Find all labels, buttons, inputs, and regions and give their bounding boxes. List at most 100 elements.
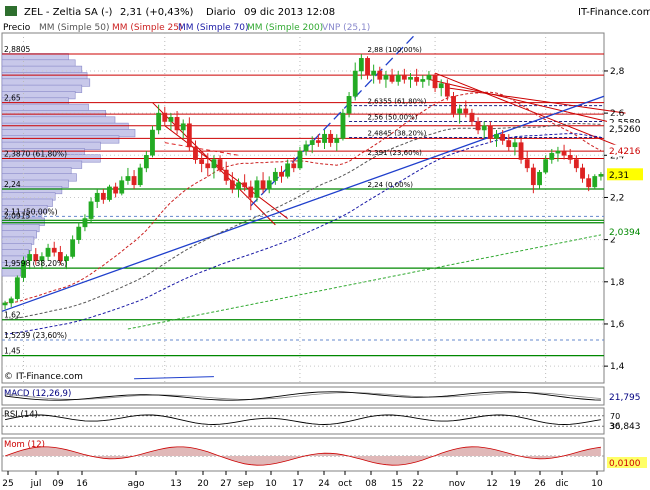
candle-body-81 [500,133,506,141]
candle-body-94 [580,167,585,179]
candle-body-73 [451,96,456,114]
candle-body-24 [150,129,155,156]
candle-body-84 [518,142,524,160]
candle-body-65 [401,74,407,80]
candle-body-57 [352,70,358,97]
candle-body-13 [82,218,88,228]
candle-body-41 [254,180,260,198]
fib-label-5: 2,24 (0,00%) [368,181,414,189]
candle-body-17 [107,186,112,200]
candle-body-11 [70,239,76,257]
x-tick-label-0: 25 [2,479,13,489]
candle-body-85 [524,159,530,169]
candle-body-2 [14,277,20,299]
candle-body-36 [223,169,229,181]
x-tick-label-17: 12 [486,479,497,489]
candle-body-26 [162,112,168,122]
macd-panel: MACD (12,26,9) 21,795 [1,386,647,406]
candle-body-71 [438,83,444,89]
x-tick-label-8: sep [238,479,254,489]
watermark: © IT-Finance.com [4,372,83,382]
vnp-bar-34 [1,268,21,277]
x-tick-label-11: 24 [318,479,330,489]
candle-body-34 [211,159,217,169]
candle-body-70 [432,74,438,89]
rsi-tick-0: 70 [610,412,620,421]
candle-body-35 [217,159,223,171]
candle-body-48 [297,150,303,169]
candle-body-55 [340,112,346,139]
y-tick-label-0: 2,8 [610,67,625,77]
candle-body-72 [444,83,450,97]
candle-body-66 [408,77,413,80]
candle-body-63 [389,74,395,82]
candle-body-97 [598,174,604,177]
candle-body-61 [377,70,383,80]
candle-body-93 [573,159,579,169]
legend-ma25: MM (Simple 25) [112,23,182,33]
fib-label-3: 2,4845 (38,20%) [368,130,427,138]
x-tick-label-19: 26 [534,479,546,489]
x-tick-label-2: 09 [52,479,64,489]
rsi-tick-1: 30 [610,422,620,431]
candle-body-37 [229,180,235,190]
level-label-8: 1,5239 (23,60%) [4,331,67,340]
candle-body-69 [426,74,432,80]
candle-body-95 [586,178,592,188]
candle-body-56 [346,96,352,114]
candle-body-45 [279,171,284,177]
level-label-9: 1,45 [4,347,21,356]
fib-label-4: 2,391 (23,60%) [368,149,423,157]
legend-ma200: MM (Simple 200) [247,23,323,33]
brand-label: IT-Finance.com [578,7,650,18]
level-label-3: 2,24 [4,180,21,189]
x-tick-label-3: 16 [76,479,88,489]
candle-body-96 [592,176,598,188]
candle-body-53 [328,133,334,143]
candle-body-43 [266,180,272,190]
candle-body-87 [537,171,542,186]
y-tick-label-5: 1,8 [610,278,625,288]
stock-chart: ZEL - Zeltia SA (-) 2,31 (+0,43%) Diario… [0,0,650,489]
level-label-7: 1,62 [4,311,21,320]
candle-body-39 [242,182,248,188]
candle-body-59 [365,58,370,76]
candle-body-23 [143,155,149,169]
candle-body-62 [383,74,389,80]
legend-ma70: MM (Simple 70) [178,23,248,33]
price-tag-3: 2,31 [609,171,629,181]
candle-body-89 [549,152,555,160]
candle-body-47 [291,163,297,169]
candle-body-90 [555,150,561,154]
candle-body-30 [186,123,192,148]
candle-body-78 [481,125,487,131]
x-tick-label-9: 10 [265,479,277,489]
x-tick-label-5: 13 [170,479,181,489]
candle-body-0 [2,302,8,306]
chart-header: ZEL - Zeltia SA (-) 2,31 (+0,43%) Diario… [0,0,650,22]
fib-label-0: 2,88 (100,00%) [368,46,423,54]
y-tick-label-6: 1,6 [610,320,625,330]
candle-body-64 [395,74,401,82]
candle-body-18 [113,186,119,194]
candle-body-8 [51,247,57,253]
candle-body-14 [88,201,94,219]
candle-body-16 [100,192,106,200]
candle-body-82 [506,140,512,148]
x-tick-label-15: 22 [412,479,423,489]
candle-body-29 [180,123,186,131]
candle-body-88 [543,159,549,173]
candle-body-1 [8,298,14,304]
x-tick-label-20: dic [555,479,568,489]
candle-body-7 [45,247,51,257]
fib-label-1: 2,6355 (61,80%) [368,98,427,106]
x-axis: 25 jul 09 16 ago 13 20 27 sep 10 17 24 oct 08 15 22 nov 1… [2,471,603,489]
rsi-panel: RSI (14)36,8437030 [1,407,647,435]
flag-icon [5,6,17,16]
x-tick-label-10: 17 [292,479,303,489]
x-tick-label-21: 10 [591,479,603,489]
legend-vnp: VNP (25,1) [322,23,370,33]
candle-body-44 [272,171,278,181]
candle-body-91 [561,150,567,156]
x-tick-label-14: 15 [391,479,402,489]
